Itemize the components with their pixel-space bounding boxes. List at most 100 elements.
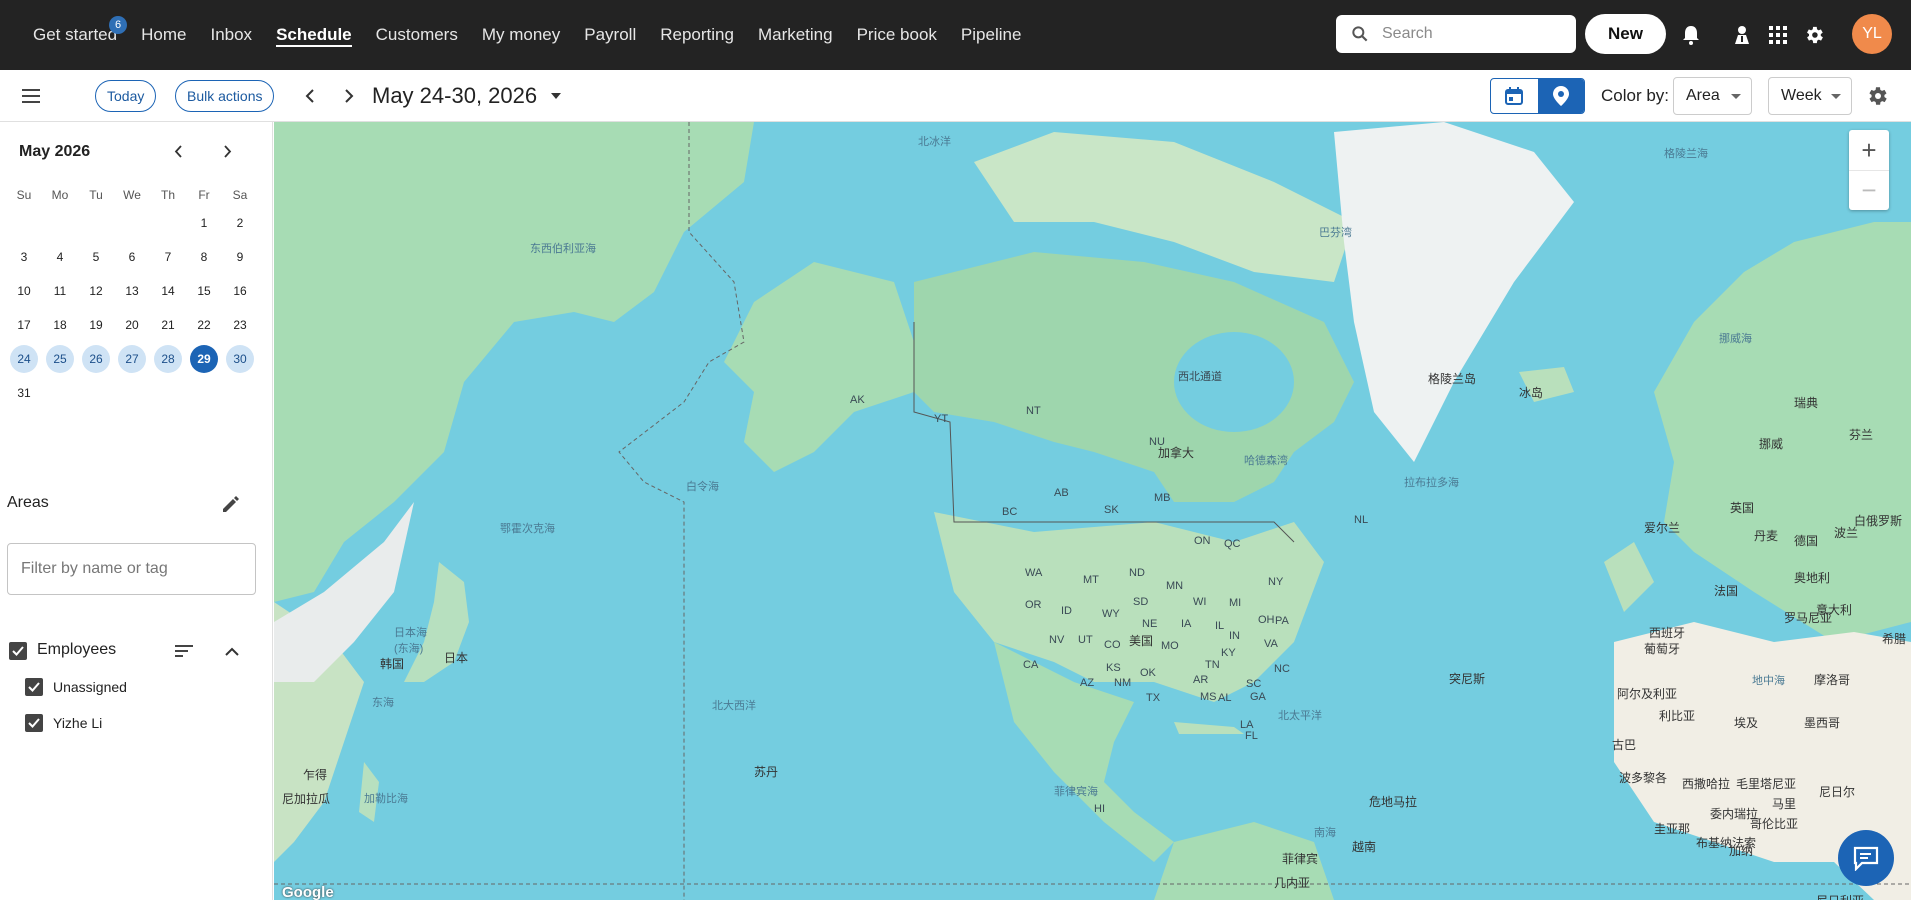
calendar-day[interactable]: 3 <box>6 243 42 271</box>
map-place-label: 日本 <box>444 651 469 665</box>
date-range-caret-icon[interactable] <box>550 90 562 102</box>
map-place-label: 巴芬湾 <box>1319 227 1352 239</box>
map-place-label: 东西伯利亚海 <box>530 243 596 255</box>
calendar-day[interactable]: 4 <box>42 243 78 271</box>
chevron-up-icon[interactable] <box>222 642 242 662</box>
employee-checkbox-unassigned[interactable] <box>25 678 43 696</box>
calendar-day-number: 22 <box>197 318 211 332</box>
zoom-out-minus-icon[interactable]: − <box>1849 170 1889 210</box>
top-nav-bar: Get started 6 Home Inbox Schedule Custome… <box>0 0 1911 70</box>
calendar-day[interactable]: 21 <box>150 311 186 339</box>
settings-gear-icon[interactable] <box>1801 22 1827 48</box>
calendar-day[interactable]: 29 <box>186 345 222 373</box>
calendar-day[interactable]: 24 <box>6 345 42 373</box>
nav-item-home[interactable]: Home <box>141 0 186 70</box>
nav-item-marketing[interactable]: Marketing <box>758 0 833 70</box>
map-place-label: BC <box>1002 506 1018 518</box>
employees-checkbox[interactable] <box>9 642 27 660</box>
map-view-pin-icon[interactable] <box>1537 79 1584 113</box>
calendar-day-number: 11 <box>53 284 67 298</box>
technician-icon[interactable] <box>1729 22 1755 48</box>
next-month-arrow-icon[interactable] <box>217 141 237 161</box>
calendar-day[interactable]: 8 <box>186 243 222 271</box>
map-place-label: AK <box>850 394 865 406</box>
employee-checkbox-yizhe-li[interactable] <box>25 714 43 732</box>
calendar-day-number: 30 <box>226 345 254 373</box>
search-box[interactable] <box>1336 15 1576 53</box>
prev-week-arrow-icon[interactable] <box>298 84 322 108</box>
calendar-day-number: 4 <box>56 250 64 264</box>
nav-item-price-book[interactable]: Price book <box>857 0 937 70</box>
calendar-day[interactable]: 20 <box>114 311 150 339</box>
schedule-settings-gear-icon[interactable] <box>1865 84 1889 108</box>
nav-item-payroll[interactable]: Payroll <box>584 0 636 70</box>
zoom-in-plus-icon[interactable]: + <box>1849 130 1889 170</box>
calendar-day[interactable]: 27 <box>114 345 150 373</box>
nav-item-my-money[interactable]: My money <box>482 0 560 70</box>
map-place-label: 东海 <box>372 697 394 709</box>
calendar-day[interactable]: 2 <box>222 209 258 237</box>
weekday-header: Su Mo Tu We Th Fr Sa <box>6 184 258 206</box>
nav-item-schedule[interactable]: Schedule <box>276 0 352 70</box>
next-week-arrow-icon[interactable] <box>337 84 361 108</box>
calendar-day[interactable]: 10 <box>6 277 42 305</box>
prev-month-arrow-icon[interactable] <box>168 141 188 161</box>
calendar-day[interactable]: 5 <box>78 243 114 271</box>
bell-icon[interactable] <box>1678 22 1704 48</box>
map-place-label: 尼日尔 <box>1819 785 1856 799</box>
calendar-day[interactable]: 23 <box>222 311 258 339</box>
hamburger-menu-icon[interactable] <box>20 85 42 107</box>
calendar-day[interactable]: 19 <box>78 311 114 339</box>
calendar-empty-cell <box>150 379 186 407</box>
calendar-day[interactable]: 30 <box>222 345 258 373</box>
calendar-day-number: 17 <box>17 318 31 332</box>
view-period-select[interactable]: Week <box>1768 77 1852 115</box>
today-button[interactable]: Today <box>95 80 157 112</box>
calendar-day[interactable]: 25 <box>42 345 78 373</box>
map-place-label: 奥地利 <box>1794 571 1831 585</box>
calendar-day[interactable]: 13 <box>114 277 150 305</box>
sort-icon[interactable] <box>173 642 195 660</box>
calendar-day[interactable]: 31 <box>6 379 42 407</box>
user-avatar[interactable]: YL <box>1852 14 1892 54</box>
calendar-day[interactable]: 28 <box>150 345 186 373</box>
calendar-day[interactable]: 26 <box>78 345 114 373</box>
calendar-day[interactable]: 22 <box>186 311 222 339</box>
calendar-week-row: 24 25 26 27 28 29 30 <box>6 342 258 376</box>
calendar-day-number: 18 <box>53 318 67 332</box>
mini-calendar-grid: Su Mo Tu We Th Fr Sa 1 2 3 4 5 6 7 8 9 10 11 12 13 14 15 16 17 1… <box>6 184 258 410</box>
apps-grid-icon[interactable] <box>1765 22 1791 48</box>
chat-support-icon[interactable] <box>1838 830 1894 886</box>
nav-item-inbox[interactable]: Inbox <box>210 0 252 70</box>
date-range-title[interactable]: May 24-30, 2026 <box>372 83 537 109</box>
bulk-actions-button[interactable]: Bulk actions <box>175 80 275 112</box>
nav-item-customers[interactable]: Customers <box>376 0 458 70</box>
mini-calendar-title: May 2026 <box>19 143 91 160</box>
calendar-day[interactable]: 12 <box>78 277 114 305</box>
nav-item-reporting[interactable]: Reporting <box>660 0 734 70</box>
calendar-day[interactable]: 9 <box>222 243 258 271</box>
calendar-day[interactable]: 6 <box>114 243 150 271</box>
map-place-label: NV <box>1049 634 1065 646</box>
search-input[interactable] <box>1382 25 1562 43</box>
edit-pencil-icon[interactable] <box>221 494 241 514</box>
map-place-label: 哈德森湾 <box>1244 455 1288 467</box>
calendar-view-icon[interactable] <box>1491 79 1538 113</box>
calendar-day[interactable]: 16 <box>222 277 258 305</box>
color-by-select[interactable]: Area <box>1673 77 1752 115</box>
map-place-label: 挪威 <box>1759 437 1784 451</box>
map-place-label: MB <box>1154 492 1171 504</box>
calendar-day[interactable]: 14 <box>150 277 186 305</box>
calendar-day[interactable]: 17 <box>6 311 42 339</box>
calendar-day[interactable]: 11 <box>42 277 78 305</box>
nav-item-get-started[interactable]: Get started 6 <box>33 0 128 70</box>
map-place-label: 波多黎各 <box>1619 771 1668 785</box>
calendar-day[interactable]: 1 <box>186 209 222 237</box>
area-filter-input[interactable] <box>7 543 256 595</box>
calendar-day[interactable]: 18 <box>42 311 78 339</box>
calendar-day[interactable]: 7 <box>150 243 186 271</box>
calendar-day[interactable]: 15 <box>186 277 222 305</box>
map-view[interactable]: 北冰洋 格陵兰海 东西伯利亚海 巴芬湾 挪威海 AK YT NT NU 西北通道 格陵兰岛 冰岛 瑞典芬… <box>274 122 1911 900</box>
new-button[interactable]: New <box>1585 14 1666 54</box>
nav-item-pipeline[interactable]: Pipeline <box>961 0 1022 70</box>
